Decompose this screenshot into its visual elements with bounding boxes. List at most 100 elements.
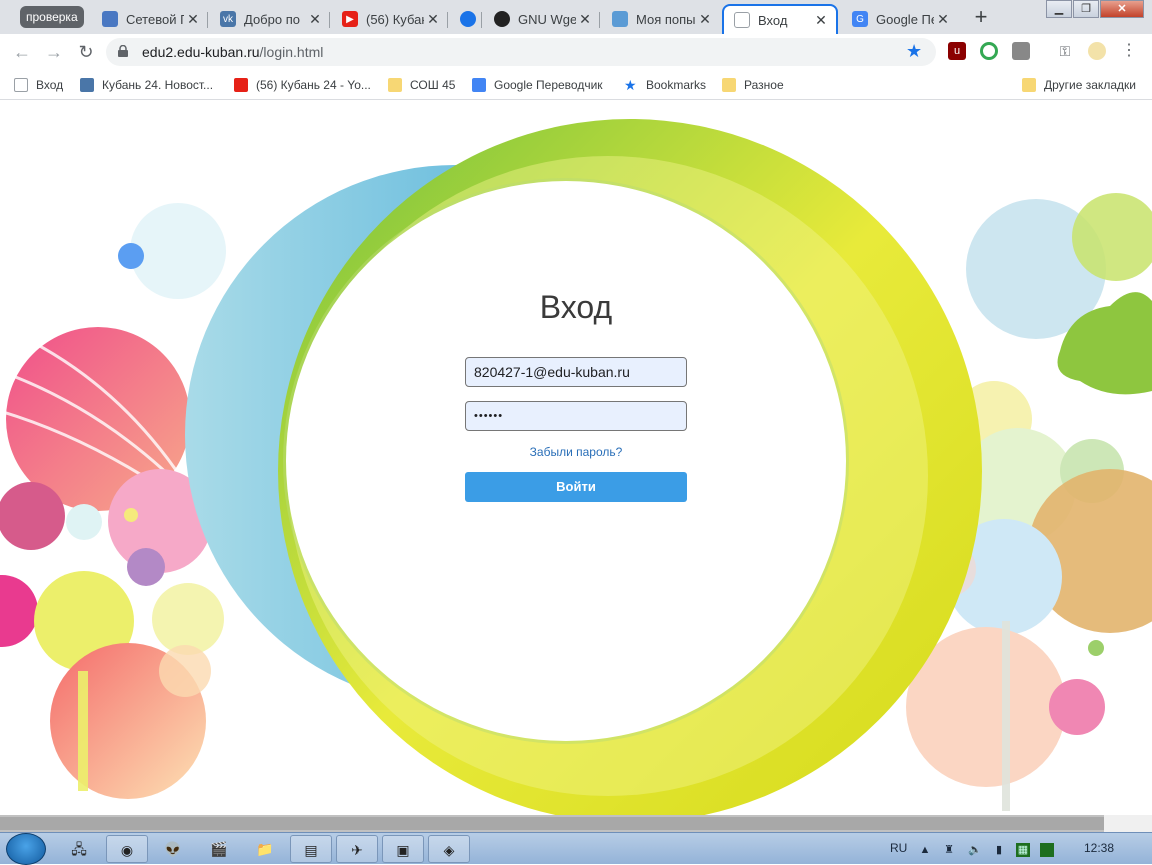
tray-green-icon[interactable]: ▦ (1016, 843, 1030, 857)
tab-network[interactable]: Сетевой Г ✕ (92, 4, 208, 34)
page-title: Вход (476, 289, 676, 326)
blue-dot-icon (460, 11, 476, 27)
grid-doc-icon (102, 11, 118, 27)
clock[interactable]: 12:38 (1084, 841, 1114, 855)
forgot-password-link[interactable]: Забыли пароль? (476, 445, 676, 459)
bubble (0, 482, 65, 550)
bubble (1049, 679, 1105, 735)
bubble (0, 575, 38, 647)
star-icon: ★ (624, 78, 638, 92)
tab-title: Добро по (244, 12, 306, 27)
folder-icon (1022, 78, 1036, 92)
video-editor-icon[interactable]: 🎬 (198, 835, 240, 863)
forward-button[interactable]: → (42, 41, 66, 63)
bookmark-item[interactable]: СОШ 45 (388, 76, 455, 94)
document-app-icon[interactable]: ▤ (290, 835, 332, 863)
reload-button[interactable]: ↻ (74, 41, 98, 63)
tab-popup[interactable]: Моя попы ✕ (602, 4, 720, 34)
new-tab-button[interactable]: + (968, 6, 994, 30)
tab-title: Моя попы (636, 12, 696, 27)
network-app-icon[interactable]: 🖧 (58, 835, 100, 863)
menu-dots-icon[interactable]: ⋮ (1120, 42, 1138, 60)
login-button[interactable]: Войти (465, 472, 687, 502)
ublock-icon[interactable]: u (948, 42, 966, 60)
tab-wget[interactable]: GNU Wget ✕ (484, 4, 600, 34)
network-signal-icon[interactable]: ▮ (992, 843, 1006, 857)
bookmark-star-icon[interactable]: ★ (906, 41, 922, 62)
bookmark-label: Разное (744, 78, 784, 92)
bookmark-item[interactable]: Другие закладки (1022, 76, 1136, 94)
bookmark-item[interactable]: ★ Bookmarks (624, 76, 706, 94)
maximize-button[interactable]: ❐ (1073, 0, 1099, 18)
close-icon[interactable]: ✕ (934, 11, 952, 28)
close-icon[interactable]: ✕ (812, 12, 830, 29)
tab-group-label[interactable]: проверка (20, 6, 84, 28)
bookmark-item[interactable]: (56) Кубань 24 - Yo... (234, 76, 371, 94)
bookmark-label: СОШ 45 (410, 78, 455, 92)
bubble (159, 645, 211, 697)
key-icon[interactable]: ⚿ (1056, 42, 1074, 60)
url-host: edu2.edu-kuban.ru (142, 44, 260, 60)
extension-gray-icon[interactable] (1012, 42, 1030, 60)
close-icon[interactable]: ✕ (306, 11, 324, 28)
bookmark-item[interactable]: Разное (722, 76, 784, 94)
bubble (1088, 640, 1104, 656)
avatar[interactable] (1088, 42, 1106, 60)
monitor-app-icon[interactable]: ▣ (382, 835, 424, 863)
bookmark-label: Google Переводчик (494, 78, 603, 92)
close-icon[interactable]: ✕ (696, 11, 714, 28)
url-text: edu2.edu-kuban.ru/login.html (142, 44, 323, 60)
page-icon (14, 78, 28, 92)
url-path: /login.html (260, 44, 324, 60)
scrollbar-thumb[interactable] (0, 817, 1104, 830)
close-icon[interactable]: ✕ (424, 11, 442, 28)
folder-icon (388, 78, 402, 92)
folder-icon[interactable]: 📁 (244, 835, 286, 863)
scrollbar-corner (1104, 815, 1152, 832)
bookmark-label: Другие закладки (1044, 78, 1136, 92)
youtube-icon: ▶ (342, 11, 358, 27)
bookmark-label: Bookmarks (646, 78, 706, 92)
bookmark-label: Вход (36, 78, 63, 92)
close-window-button[interactable]: ✕ (1100, 0, 1144, 18)
language-indicator[interactable]: RU (890, 841, 907, 855)
tab-youtube[interactable]: ▶ (56) Кубан ✕ (332, 4, 448, 34)
youtube-icon (234, 78, 248, 92)
tab-pinned-blue[interactable] (450, 4, 482, 34)
horizontal-scrollbar[interactable] (0, 815, 1152, 832)
telegram-icon[interactable]: ✈ (336, 835, 378, 863)
bookmark-item[interactable]: Google Переводчик (472, 76, 603, 94)
google-translate-icon (472, 78, 486, 92)
folder-icon (722, 78, 736, 92)
tab-translate[interactable]: G Google Пе ✕ (842, 4, 958, 34)
address-bar[interactable]: edu2.edu-kuban.ru/login.html ★ (106, 38, 936, 66)
bookmark-item[interactable]: Вход (14, 76, 63, 94)
tab-title: Сетевой Г (126, 12, 184, 27)
page-viewport: Вход 820427-1@edu-kuban.ru •••••• Забыли… (0, 101, 1152, 815)
vk-icon (80, 78, 94, 92)
start-button[interactable] (6, 833, 46, 865)
extension-circle-icon[interactable] (980, 42, 998, 60)
center-circle (286, 181, 846, 741)
gnu-icon (494, 11, 510, 27)
tray-monitor-icon[interactable] (1040, 843, 1054, 857)
close-icon[interactable]: ✕ (576, 11, 594, 28)
volume-icon[interactable]: 🔈 (968, 843, 982, 857)
tray-app-icon[interactable]: ♜ (942, 843, 956, 857)
tab-title: GNU Wget (518, 12, 576, 27)
tab-vk[interactable]: vk Добро по ✕ (210, 4, 330, 34)
bookmark-label: (56) Кубань 24 - Yo... (256, 78, 371, 92)
password-field[interactable]: •••••• (465, 401, 687, 431)
tab-login-active[interactable]: Вход ✕ (722, 4, 838, 34)
minimize-button[interactable]: ▁ (1046, 0, 1072, 18)
bookmark-item[interactable]: Кубань 24. Новост... (80, 76, 213, 94)
package-icon[interactable]: ◈ (428, 835, 470, 863)
email-field[interactable]: 820427-1@edu-kuban.ru (465, 357, 687, 387)
tab-title: (56) Кубан (366, 12, 424, 27)
close-icon[interactable]: ✕ (184, 11, 202, 28)
alien-icon[interactable]: 👽 (152, 835, 194, 863)
lock-icon (118, 45, 128, 57)
chrome-icon[interactable]: ◉ (106, 835, 148, 863)
show-hidden-icons[interactable]: ▲ (918, 843, 932, 857)
back-button[interactable]: ← (10, 41, 34, 63)
